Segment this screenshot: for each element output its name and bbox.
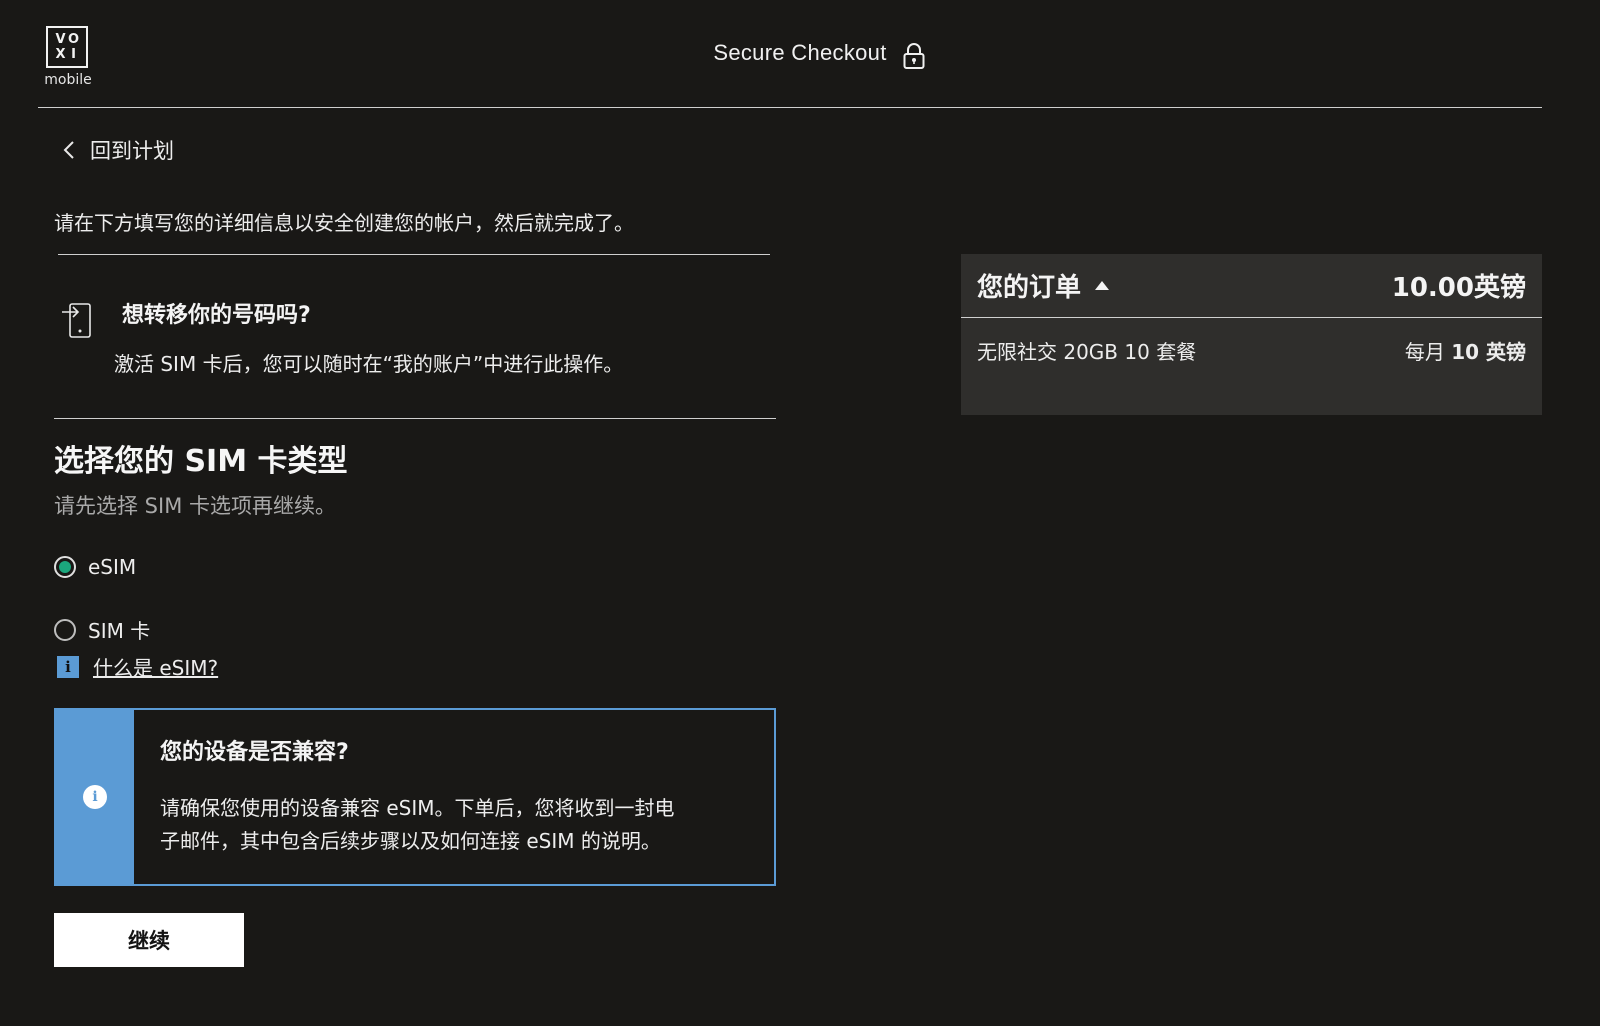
plan-price: 每月 10 英镑 bbox=[1405, 336, 1526, 365]
info-circle-icon: i bbox=[83, 785, 107, 809]
compat-title: 您的设备是否兼容? bbox=[160, 740, 349, 765]
logo-subtitle: mobile bbox=[44, 72, 92, 88]
phone-transfer-icon bbox=[62, 303, 91, 338]
plan-name: 无限社交 20GB 10 套餐 bbox=[977, 340, 1197, 364]
order-summary-toggle[interactable]: 您的订单 10.00英镑 bbox=[961, 254, 1542, 318]
compat-text-line: 请确保您使用的设备兼容 eSIM。下单后，您将收到一封电 bbox=[160, 796, 675, 820]
what-is-esim-link[interactable]: 什么是 eSIM? bbox=[93, 652, 218, 681]
transfer-title: 想转移你的号码吗? bbox=[122, 303, 311, 328]
radio-button[interactable] bbox=[54, 618, 76, 641]
plan-price-amount: 10 英镑 bbox=[1451, 340, 1526, 364]
caret-up-icon bbox=[1095, 281, 1110, 290]
intro-divider bbox=[58, 254, 770, 255]
radio-label: SIM 卡 bbox=[88, 619, 151, 643]
what-is-esim-row[interactable]: i 什么是 eSIM? bbox=[57, 652, 218, 681]
chevron-left-icon bbox=[63, 141, 74, 159]
order-line-item: 无限社交 20GB 10 套餐 每月 10 英镑 bbox=[961, 318, 1542, 365]
radio-label: eSIM bbox=[88, 555, 137, 579]
order-title: 您的订单 bbox=[977, 273, 1082, 303]
transfer-description: 激活 SIM 卡后，您可以随时在“我的账户”中进行此操作。 bbox=[114, 352, 624, 376]
order-total: 10.00英镑 bbox=[1391, 273, 1526, 303]
page-title: Secure Checkout bbox=[713, 40, 887, 65]
continue-button[interactable]: 继续 bbox=[54, 913, 244, 967]
radio-option-sim-card[interactable]: SIM 卡 bbox=[54, 615, 150, 644]
sim-type-subtitle: 请先选择 SIM 卡选项再继续。 bbox=[54, 494, 336, 518]
notice-sidebar: i bbox=[56, 710, 134, 884]
back-label: 回到计划 bbox=[90, 139, 174, 163]
plan-price-prefix: 每月 bbox=[1404, 340, 1452, 364]
lock-icon bbox=[903, 43, 925, 69]
compat-text-line: 子邮件，其中包含后续步骤以及如何连接 eSIM 的说明。 bbox=[160, 829, 661, 853]
order-summary-panel: 您的订单 10.00英镑 无限社交 20GB 10 套餐 每月 10 英镑 bbox=[961, 254, 1542, 415]
radio-button[interactable] bbox=[54, 556, 76, 578]
info-icon: i bbox=[57, 655, 79, 678]
intro-text: 请在下方填写您的详细信息以安全创建您的帐户，然后就完成了。 bbox=[54, 211, 634, 235]
sim-type-title: 选择您的 SIM 卡类型 bbox=[54, 444, 348, 479]
section-divider bbox=[54, 418, 776, 419]
compatibility-notice: i 您的设备是否兼容? 请确保您使用的设备兼容 eSIM。下单后，您将收到一封电… bbox=[54, 708, 776, 886]
radio-option-esim[interactable]: eSIM bbox=[54, 555, 136, 579]
back-to-plans-link[interactable]: 回到计划 bbox=[62, 135, 174, 165]
header-divider bbox=[38, 107, 1542, 108]
